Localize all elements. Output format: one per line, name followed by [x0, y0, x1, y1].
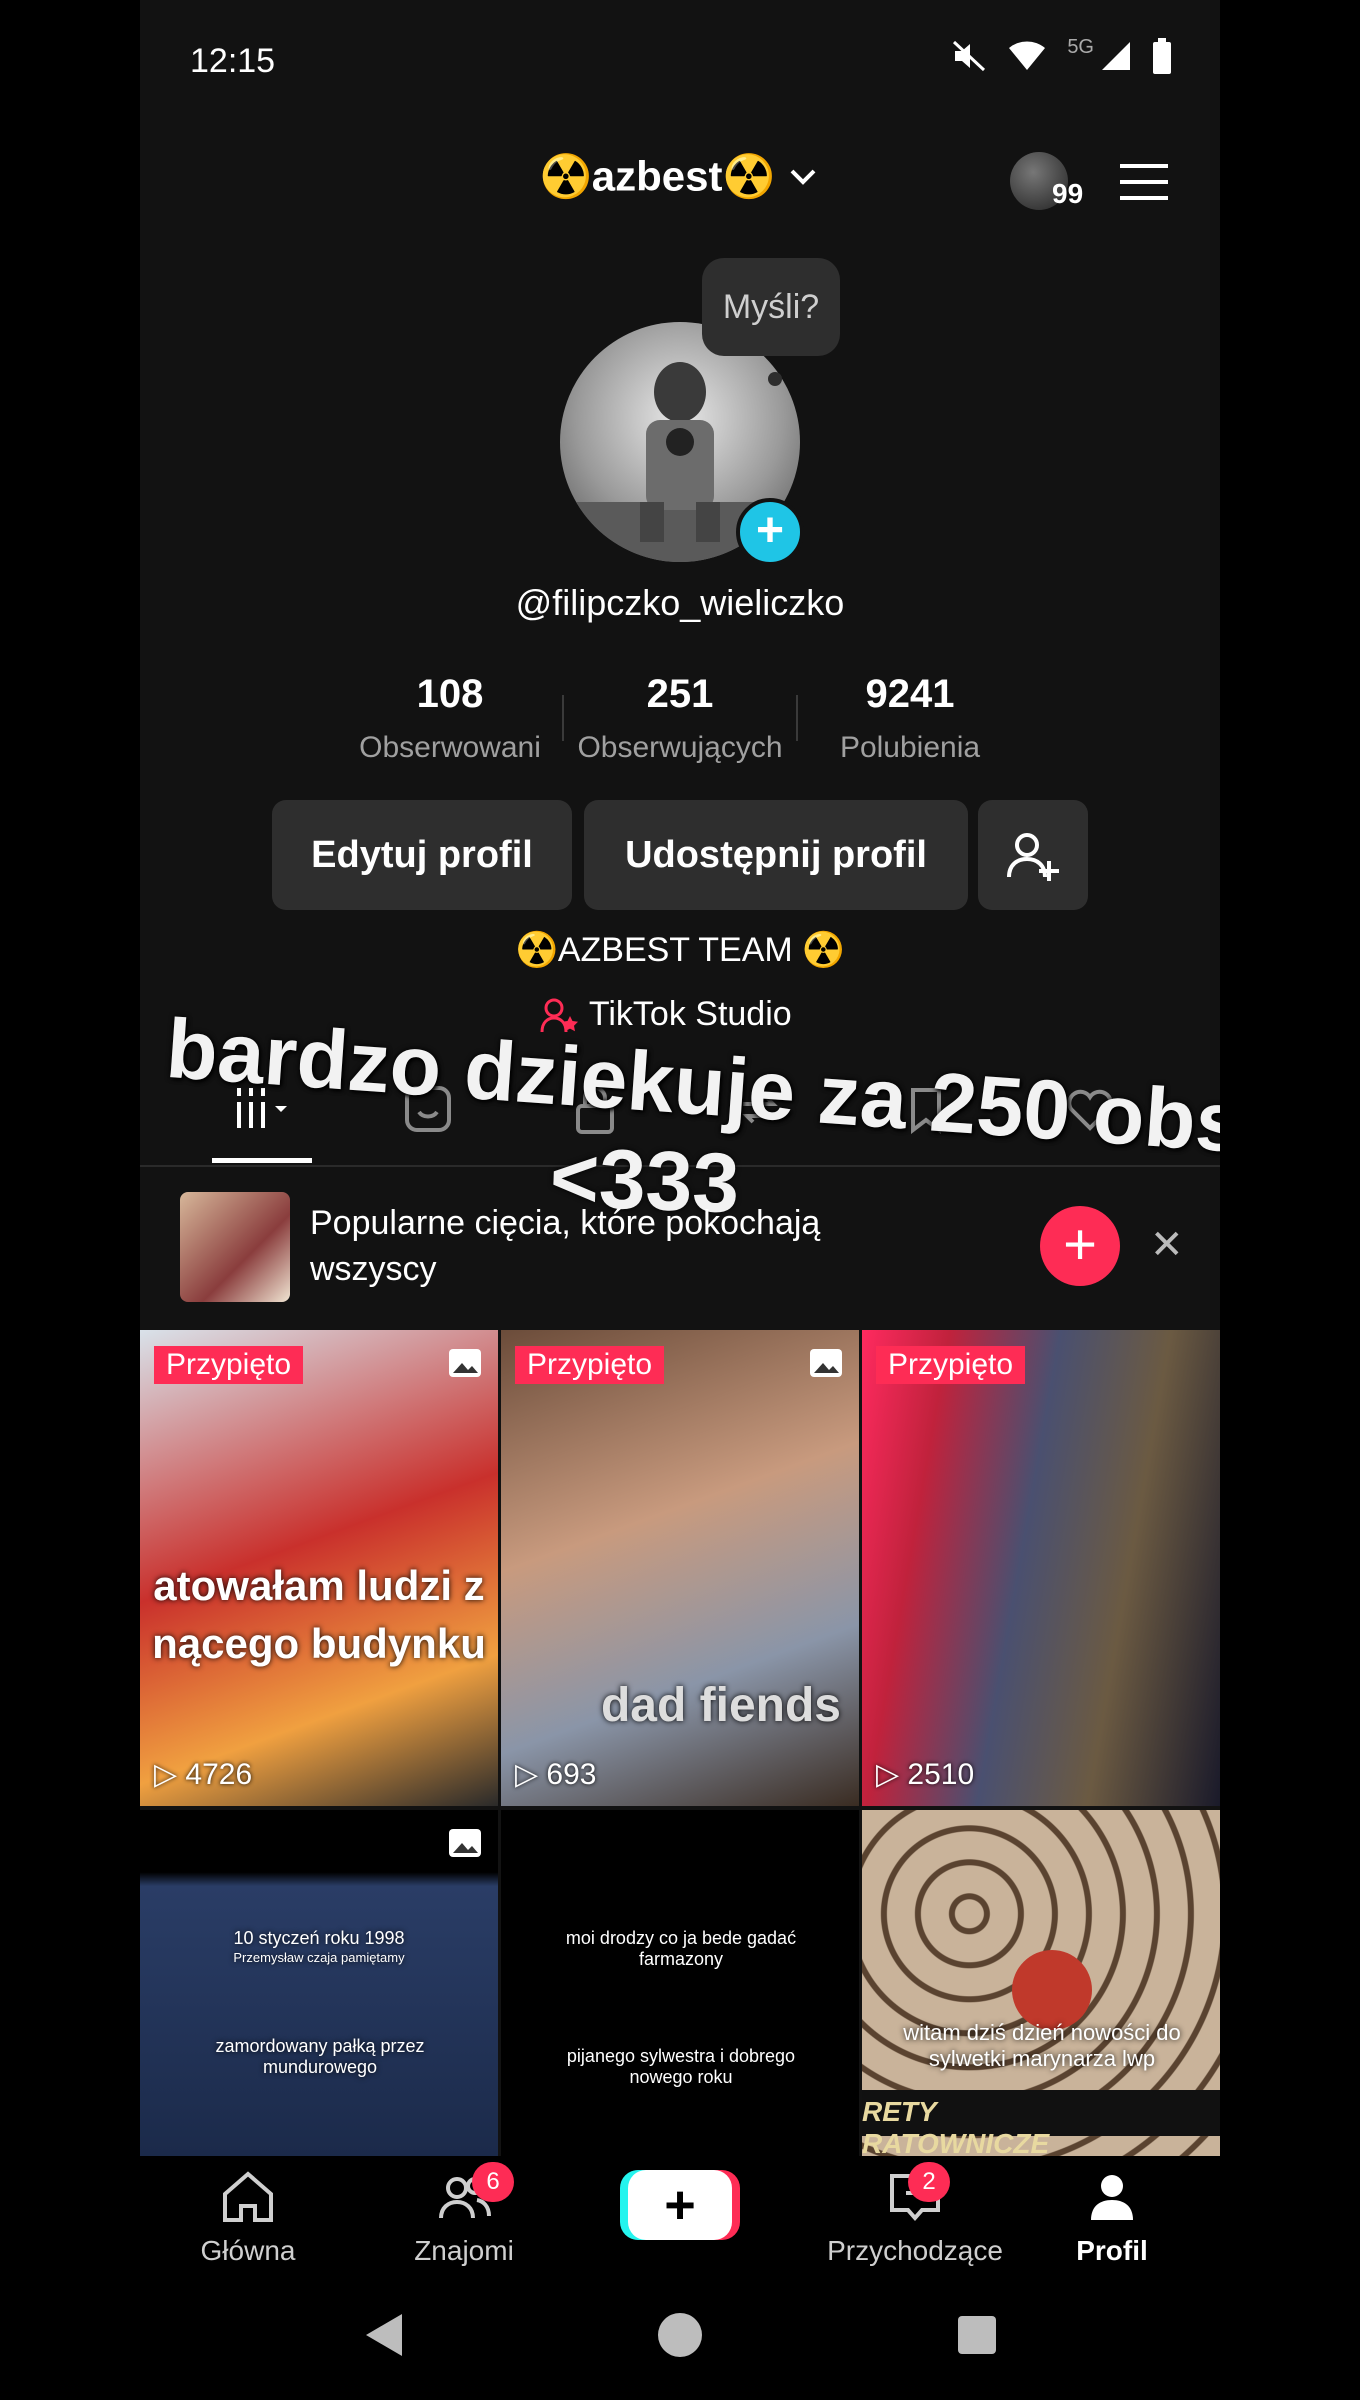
video-tile[interactable]: moi drodzy co ja bede gadać farmazony pi…	[501, 1810, 859, 2156]
thought-bubble[interactable]: Myśli?	[702, 258, 840, 356]
tiktok-studio-label: TikTok Studio	[588, 995, 792, 1033]
home-circle-icon[interactable]	[655, 2310, 705, 2360]
stat-followers-value: 251	[646, 672, 714, 716]
photo-icon	[449, 1829, 481, 1857]
edit-profile-button[interactable]: Edytuj profil	[272, 800, 572, 910]
video-tile[interactable]: Przypięto dad fiends ▷ 693	[501, 1330, 859, 1806]
stat-likes-value: 9241	[865, 672, 955, 716]
nav-profile[interactable]: Profil	[1032, 2166, 1192, 2267]
view-count-value: 2510	[907, 1758, 975, 1791]
menu-icon[interactable]	[1120, 162, 1168, 202]
add-user-icon	[1007, 832, 1059, 881]
mute-icon	[953, 40, 986, 72]
pinned-badge: Przypięto	[515, 1346, 665, 1384]
pinned-badge: Przypięto	[154, 1346, 304, 1384]
recents-icon[interactable]	[952, 2310, 1002, 2360]
view-count: ▷ 693	[515, 1758, 597, 1791]
profile-icon	[1091, 2175, 1133, 2220]
stat-following-label: Obserwowani	[359, 731, 541, 764]
username: @filipczko_wieliczko	[515, 582, 845, 623]
add-story-button[interactable]: +	[736, 498, 804, 566]
inbox-badge: 2	[908, 2162, 950, 2202]
video-tile[interactable]: Przypięto atowałam ludzi z nącego budynk…	[140, 1330, 498, 1806]
nav-home-label: Główna	[200, 2235, 296, 2266]
wifi-icon	[1009, 41, 1046, 70]
view-count: ▷ 2510	[876, 1758, 975, 1791]
stat-following[interactable]: 108 Obserwowani	[340, 672, 560, 765]
video-tile[interactable]: witam dziś dzień nowości do sylwetki mar…	[862, 1810, 1220, 2156]
chevron-down-icon	[791, 169, 816, 185]
close-icon[interactable]: ✕	[1150, 1222, 1184, 1268]
video-caption: pijanego sylwestra i dobrego nowego roku	[566, 2046, 796, 2087]
video-caption: moi drodzy co ja bede gadać farmazony	[565, 1928, 797, 1969]
stat-followers-label: Obserwujących	[577, 731, 783, 764]
create-button[interactable]: +	[628, 2170, 732, 2240]
status-time: 12:15	[190, 42, 276, 80]
rescue-emblem	[1012, 1950, 1092, 2030]
pinned-badge: Przypięto	[876, 1346, 1026, 1384]
tab-active-indicator	[212, 1158, 312, 1163]
view-count-value: 4726	[185, 1758, 253, 1791]
stat-divider	[796, 695, 798, 741]
stat-followers[interactable]: 251 Obserwujących	[564, 672, 796, 765]
home-icon	[223, 2171, 273, 2222]
nav-friends[interactable]: Znajomi	[384, 2166, 544, 2267]
signal-icon	[1102, 42, 1130, 70]
video-caption: dad fiends	[600, 1679, 841, 1732]
video-caption: Przemysław czaja pamiętamy	[233, 1950, 405, 1965]
stat-likes[interactable]: 9241 Polubienia	[800, 672, 1020, 765]
view-count-value: 693	[546, 1758, 597, 1791]
video-tile[interactable]: 10 styczeń roku 1998 Przemysław czaja pa…	[140, 1810, 498, 2156]
video-caption: nącego budynku	[152, 1620, 486, 1667]
share-profile-button[interactable]: Udostępnij profil	[584, 800, 968, 910]
nav-home[interactable]: Główna	[168, 2166, 328, 2267]
nav-profile-label: Profil	[1076, 2235, 1148, 2266]
back-icon[interactable]	[360, 2310, 410, 2360]
video-caption: witam dziś dzień nowości do sylwetki mar…	[903, 2020, 1181, 2071]
app-screen: 12:15 5G ☢️azbest☢️ 99 + Myśli? @filipcz…	[140, 0, 1220, 2280]
promo-thumbnail[interactable]	[180, 1192, 290, 1302]
battery-icon	[1153, 38, 1171, 74]
video-caption: 10 styczeń roku 1998	[233, 1928, 405, 1948]
video-caption: zamordowany pałką przez mundurowego	[215, 2036, 425, 2077]
profile-bio: ☢️AZBEST TEAM ☢️	[515, 931, 845, 969]
promo-add-button[interactable]: +	[1040, 1206, 1120, 1286]
stat-likes-label: Polubienia	[839, 731, 981, 764]
thought-bubble-tail	[768, 372, 782, 386]
view-count: ▷ 4726	[154, 1758, 253, 1791]
status-icons: 5G	[951, 35, 1172, 74]
friends-activity-count: 99	[1052, 178, 1084, 209]
photo-icon	[449, 1349, 481, 1377]
network-label: 5G	[1067, 35, 1094, 58]
nav-inbox-label: Przychodzące	[827, 2235, 1003, 2266]
video-caption: RETY RATOWNICZE	[862, 2096, 1050, 2156]
photo-icon	[810, 1349, 842, 1377]
stat-following-value: 108	[416, 672, 484, 716]
nav-friends-label: Znajomi	[414, 2235, 514, 2266]
add-friend-button[interactable]	[978, 800, 1088, 910]
video-tile[interactable]: Przypięto ▷ 2510	[862, 1330, 1220, 1806]
promo-text[interactable]: Popularne cięcia, które pokochają wszysc…	[310, 1200, 930, 1292]
video-caption: atowałam ludzi z	[153, 1562, 485, 1609]
account-name: ☢️azbest☢️	[539, 152, 775, 200]
friends-badge: 6	[472, 2162, 514, 2202]
